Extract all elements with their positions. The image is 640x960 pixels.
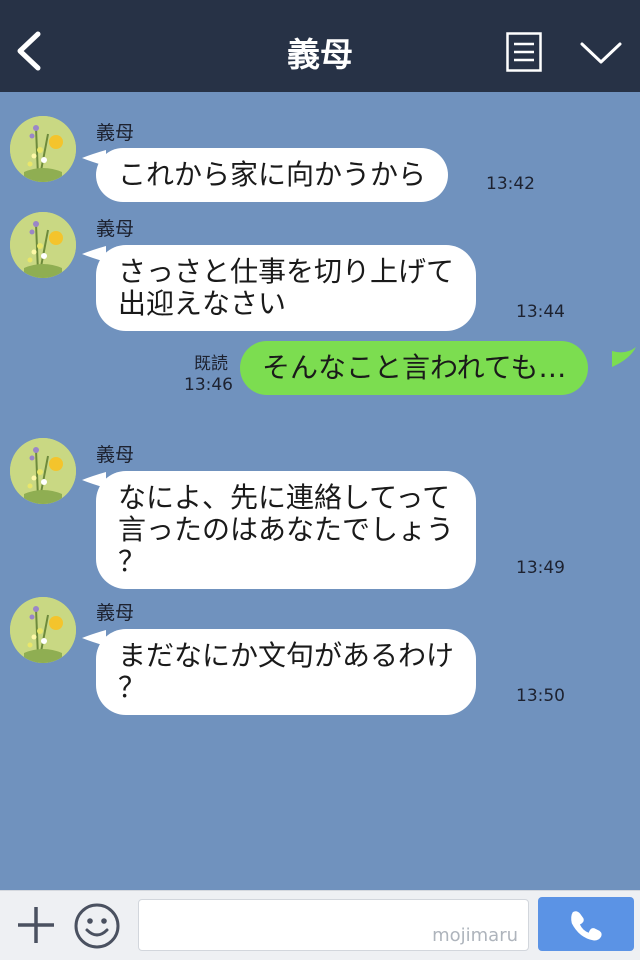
message-line: まだなにか文句があるわけ xyxy=(118,639,455,672)
flower-avatar-icon xyxy=(10,212,76,278)
chat-area[interactable]: 義母 これから家に向かうから 13:42 義母 さっさと仕事を切り上げて 出迎え… xyxy=(0,92,640,890)
message-input[interactable]: mojimaru xyxy=(138,899,529,951)
message-time: 13:46 xyxy=(184,375,233,395)
message-line: なによ、先に連絡してって xyxy=(118,481,451,514)
message-bubble-outgoing[interactable]: そんなこと言われても… xyxy=(240,341,589,395)
sender-name: 義母 xyxy=(96,602,135,624)
bubble-tail xyxy=(612,347,636,367)
dropdown-button[interactable] xyxy=(578,36,624,70)
message-line: 言ったのはあなたでしょう xyxy=(118,513,455,546)
sender-name: 義母 xyxy=(96,218,135,240)
chat-title: 義母 xyxy=(287,35,353,74)
flower-avatar-icon xyxy=(10,597,76,663)
flower-avatar-icon xyxy=(10,116,76,182)
avatar[interactable] xyxy=(10,116,76,182)
menu-button[interactable] xyxy=(506,32,542,72)
chevron-down-icon xyxy=(580,42,622,64)
message-time: 13:50 xyxy=(516,686,565,706)
message-time: 13:49 xyxy=(516,558,565,578)
read-receipt: 既読 13:46 xyxy=(184,354,233,396)
emoji-icon xyxy=(74,903,120,949)
avatar[interactable] xyxy=(10,212,76,278)
input-bar: mojimaru xyxy=(0,890,640,960)
message-line: 出迎えなさい xyxy=(118,287,287,320)
message-time: 13:42 xyxy=(486,174,535,194)
avatar[interactable] xyxy=(10,597,76,663)
message-line: そんなこと言われても… xyxy=(262,351,567,384)
sender-name: 義母 xyxy=(96,122,135,144)
add-button[interactable] xyxy=(14,903,58,947)
emoji-button[interactable] xyxy=(72,901,122,951)
message-line: ？ xyxy=(118,545,147,578)
message-bubble[interactable]: これから家に向かうから xyxy=(96,148,449,202)
sender-name: 義母 xyxy=(96,444,135,466)
message-line: ？ xyxy=(118,671,147,704)
plus-icon xyxy=(18,907,54,943)
message-bubble[interactable]: なによ、先に連絡してって 言ったのはあなたでしょう ？ xyxy=(96,471,477,589)
message-time: 13:44 xyxy=(516,302,565,322)
message-line: さっさと仕事を切り上げて xyxy=(118,255,455,288)
chat-header: 義母 xyxy=(0,0,640,92)
list-icon xyxy=(506,32,542,72)
watermark: mojimaru xyxy=(432,925,518,946)
avatar[interactable] xyxy=(10,438,76,504)
flower-avatar-icon xyxy=(10,438,76,504)
phone-icon xyxy=(571,911,602,941)
read-label: 既読 xyxy=(194,354,228,374)
call-button[interactable] xyxy=(538,897,634,951)
message-line: これから家に向かうから xyxy=(118,158,427,191)
message-bubble[interactable]: さっさと仕事を切り上げて 出迎えなさい xyxy=(96,245,477,331)
message-bubble[interactable]: まだなにか文句があるわけ ？ xyxy=(96,629,477,715)
